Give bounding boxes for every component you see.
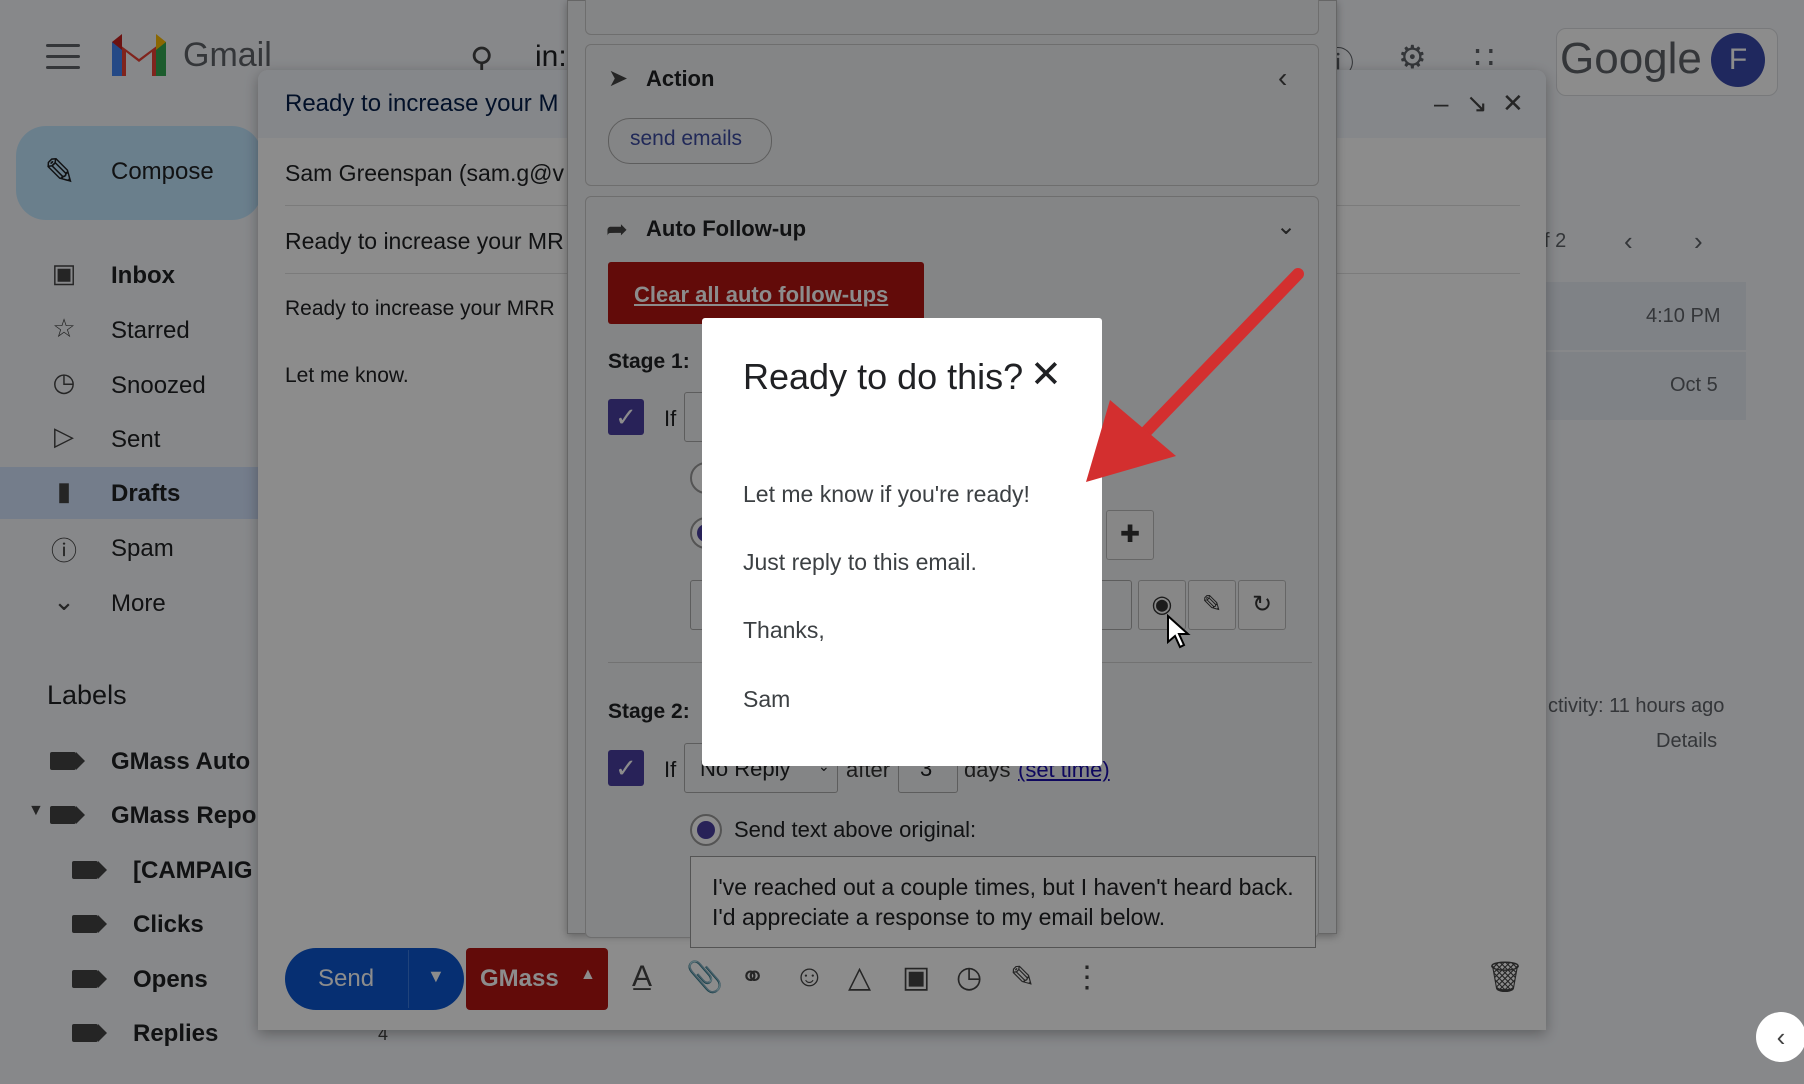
dialog-title: Ready to do this? [743, 356, 1024, 397]
dialog-line: Just reply to this email. [743, 549, 977, 575]
dialog-line: Let me know if you're ready! [743, 481, 1030, 507]
mouse-cursor-icon [1167, 614, 1191, 649]
dialog-line: Thanks, [743, 617, 825, 643]
side-panel-toggle-icon[interactable]: ‹ [1756, 1012, 1804, 1062]
close-icon[interactable]: ✕ [1030, 352, 1062, 397]
annotation-arrow [1086, 268, 1304, 482]
dialog-line: Sam [743, 686, 791, 712]
